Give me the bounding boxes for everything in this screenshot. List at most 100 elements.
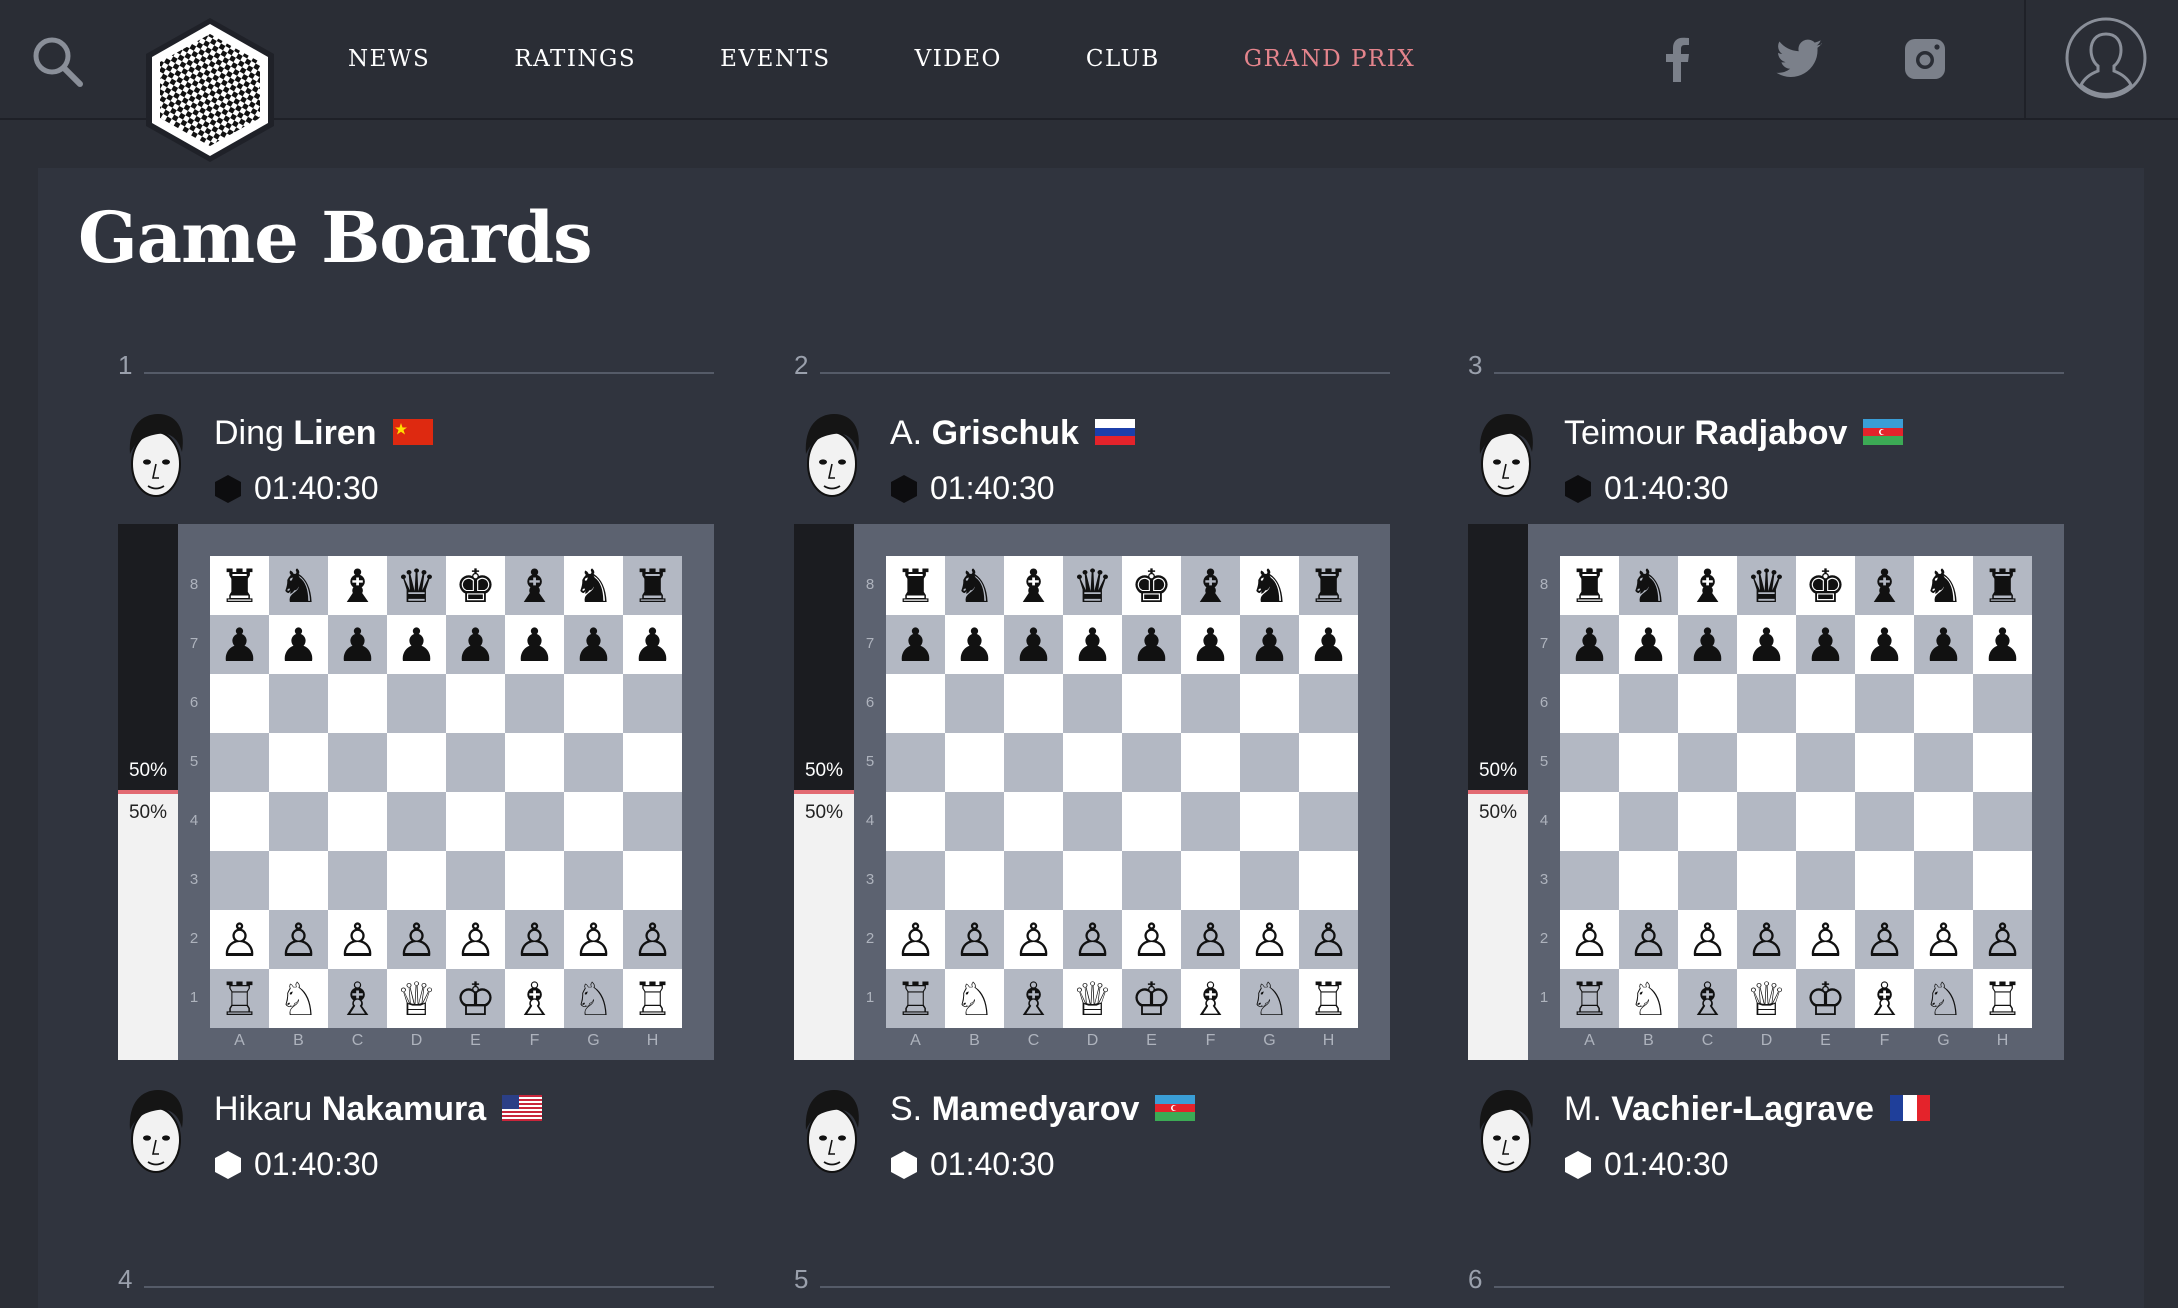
board-square-d1[interactable]: ♕	[387, 969, 446, 1028]
board-square-e8[interactable]: ♚	[1122, 556, 1181, 615]
white-pawn-piece[interactable]: ♙	[573, 917, 614, 963]
board-square-g3[interactable]	[1240, 851, 1299, 910]
board-square-c7[interactable]: ♟	[328, 615, 387, 674]
board-square-g8[interactable]: ♞	[1914, 556, 1973, 615]
board-square-h4[interactable]	[1299, 792, 1358, 851]
board-square-c6[interactable]	[1678, 674, 1737, 733]
board-square-h3[interactable]	[1973, 851, 2032, 910]
white-rook-piece[interactable]: ♖	[219, 976, 260, 1022]
board-square-g7[interactable]: ♟	[564, 615, 623, 674]
board-square-f2[interactable]: ♙	[1855, 910, 1914, 969]
board-square-e6[interactable]	[1122, 674, 1181, 733]
black-pawn-piece[interactable]: ♟	[1982, 622, 2023, 668]
board-square-a6[interactable]	[886, 674, 945, 733]
white-pawn-piece[interactable]: ♙	[1805, 917, 1846, 963]
white-king-piece[interactable]: ♔	[1805, 976, 1846, 1022]
board-square-e4[interactable]	[1796, 792, 1855, 851]
board-square-c1[interactable]: ♗	[328, 969, 387, 1028]
white-pawn-piece[interactable]: ♙	[1013, 917, 1054, 963]
black-pawn-piece[interactable]: ♟	[895, 622, 936, 668]
board-square-e4[interactable]	[1122, 792, 1181, 851]
black-pawn-piece[interactable]: ♟	[1190, 622, 1231, 668]
nav-video[interactable]: VIDEO	[915, 46, 1002, 72]
board-square-h5[interactable]	[1299, 733, 1358, 792]
board-square-a5[interactable]	[1560, 733, 1619, 792]
black-pawn-piece[interactable]: ♟	[1923, 622, 1964, 668]
white-pawn-piece[interactable]: ♙	[954, 917, 995, 963]
white-bishop-piece[interactable]: ♗	[337, 976, 378, 1022]
board-square-e6[interactable]	[1796, 674, 1855, 733]
black-queen-piece[interactable]: ♛	[396, 563, 437, 609]
board-square-e5[interactable]	[1122, 733, 1181, 792]
board-square-e2[interactable]: ♙	[446, 910, 505, 969]
player-black[interactable]: A. Grischuk 01:40:30	[794, 408, 1390, 518]
black-queen-piece[interactable]: ♛	[1746, 563, 1787, 609]
black-bishop-piece[interactable]: ♝	[1190, 563, 1231, 609]
board-square-a3[interactable]	[1560, 851, 1619, 910]
board-square-h8[interactable]: ♜	[1299, 556, 1358, 615]
board-square-e3[interactable]	[1796, 851, 1855, 910]
board-square-h6[interactable]	[623, 674, 682, 733]
chess-board[interactable]: ♜ ♞ ♝ ♛ ♚ ♝ ♞ ♜ ♟ ♟ ♟ ♟ ♟ ♟ ♟ ♟ ♙ ♙ ♙ ♙ ♙ ♙ ♙ ♙ ♖ ♘ ♗ ♕ ♔ ♗ ♘ ♖	[210, 556, 682, 1028]
board-square-f6[interactable]	[1855, 674, 1914, 733]
board-square-a2[interactable]: ♙	[1560, 910, 1619, 969]
black-queen-piece[interactable]: ♛	[1072, 563, 1113, 609]
board-square-c2[interactable]: ♙	[1678, 910, 1737, 969]
player-name[interactable]: S. Mamedyarov	[890, 1090, 1196, 1129]
board-square-e8[interactable]: ♚	[1796, 556, 1855, 615]
nav-events[interactable]: EVENTS	[720, 46, 830, 72]
board-square-e3[interactable]	[1122, 851, 1181, 910]
board-square-h8[interactable]: ♜	[1973, 556, 2032, 615]
board-square-g5[interactable]	[1914, 733, 1973, 792]
board-square-h2[interactable]: ♙	[623, 910, 682, 969]
board-square-f7[interactable]: ♟	[1855, 615, 1914, 674]
black-rook-piece[interactable]: ♜	[1569, 563, 1610, 609]
black-pawn-piece[interactable]: ♟	[455, 622, 496, 668]
board-square-e7[interactable]: ♟	[1122, 615, 1181, 674]
player-name[interactable]: A. Grischuk	[890, 414, 1135, 453]
board-square-g4[interactable]	[1914, 792, 1973, 851]
black-pawn-piece[interactable]: ♟	[514, 622, 555, 668]
board-square-b7[interactable]: ♟	[1619, 615, 1678, 674]
board-square-e2[interactable]: ♙	[1122, 910, 1181, 969]
white-pawn-piece[interactable]: ♙	[632, 917, 673, 963]
black-rook-piece[interactable]: ♜	[219, 563, 260, 609]
board-square-f4[interactable]	[1855, 792, 1914, 851]
board-square-b1[interactable]: ♘	[1619, 969, 1678, 1028]
board-square-d6[interactable]	[1737, 674, 1796, 733]
board-square-h4[interactable]	[1973, 792, 2032, 851]
board-square-d6[interactable]	[1063, 674, 1122, 733]
white-queen-piece[interactable]: ♕	[1746, 976, 1787, 1022]
board-square-b2[interactable]: ♙	[945, 910, 1004, 969]
black-knight-piece[interactable]: ♞	[573, 563, 614, 609]
board-square-b8[interactable]: ♞	[945, 556, 1004, 615]
board-square-a1[interactable]: ♖	[210, 969, 269, 1028]
board-square-c8[interactable]: ♝	[328, 556, 387, 615]
board-square-b7[interactable]: ♟	[269, 615, 328, 674]
board-square-f7[interactable]: ♟	[1181, 615, 1240, 674]
white-knight-piece[interactable]: ♘	[1628, 976, 1669, 1022]
board-square-g2[interactable]: ♙	[1914, 910, 1973, 969]
board-square-e7[interactable]: ♟	[446, 615, 505, 674]
board-square-e1[interactable]: ♔	[1122, 969, 1181, 1028]
board-square-d7[interactable]: ♟	[387, 615, 446, 674]
board-square-d3[interactable]	[1063, 851, 1122, 910]
board-square-a4[interactable]	[886, 792, 945, 851]
board-square-c4[interactable]	[1678, 792, 1737, 851]
board-square-f5[interactable]	[1855, 733, 1914, 792]
board-square-h1[interactable]: ♖	[1299, 969, 1358, 1028]
board-square-h8[interactable]: ♜	[623, 556, 682, 615]
board-square-c4[interactable]	[1004, 792, 1063, 851]
board-square-g3[interactable]	[564, 851, 623, 910]
white-knight-piece[interactable]: ♘	[1923, 976, 1964, 1022]
board-square-f6[interactable]	[1181, 674, 1240, 733]
board-square-f8[interactable]: ♝	[505, 556, 564, 615]
board-square-g1[interactable]: ♘	[1240, 969, 1299, 1028]
board-square-c1[interactable]: ♗	[1678, 969, 1737, 1028]
black-rook-piece[interactable]: ♜	[1982, 563, 2023, 609]
board-square-e5[interactable]	[1796, 733, 1855, 792]
white-pawn-piece[interactable]: ♙	[1864, 917, 1905, 963]
white-knight-piece[interactable]: ♘	[954, 976, 995, 1022]
board-square-c5[interactable]	[1678, 733, 1737, 792]
white-pawn-piece[interactable]: ♙	[396, 917, 437, 963]
